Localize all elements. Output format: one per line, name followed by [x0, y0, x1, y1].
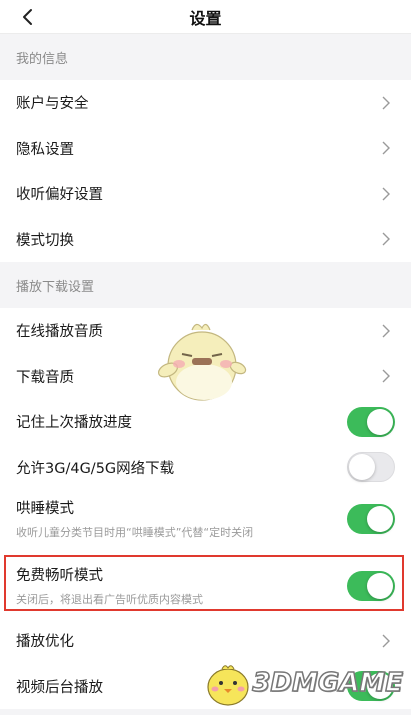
setting-row-listening-preferences[interactable]: 收听偏好设置	[0, 171, 411, 217]
chevron-right-icon	[382, 232, 390, 246]
chick-mascot-icon	[207, 665, 249, 706]
chevron-right-icon	[382, 369, 390, 383]
chevron-right-icon	[382, 187, 390, 201]
watermark: 3DMGAME	[200, 659, 404, 707]
chevron-right-icon	[382, 141, 390, 155]
setting-label: 哄睡模式	[16, 501, 74, 517]
setting-description: 关闭后，将退出看广告听优质内容模式	[16, 593, 203, 606]
setting-row-mobile-download: 允许3G/4G/5G网络下载	[0, 444, 411, 490]
setting-label: 播放优化	[16, 634, 74, 651]
setting-row-playback-optimization[interactable]: 播放优化	[0, 618, 411, 664]
setting-label: 隐私设置	[16, 141, 74, 158]
chick-mascot-icon	[157, 323, 247, 401]
sleep-mode-toggle[interactable]	[347, 503, 395, 534]
page-title: 设置	[189, 9, 222, 28]
section-header-playback-download: 播放下载设置	[0, 262, 411, 308]
chevron-right-icon	[382, 96, 390, 110]
toggle-knob	[367, 408, 393, 435]
setting-label: 记住上次播放进度	[16, 415, 132, 432]
toggle-knob	[367, 505, 393, 532]
toggle-knob	[349, 454, 375, 481]
settings-list-my-info: 账户与安全 隐私设置 收听偏好设置 模式切换	[0, 80, 411, 262]
setting-label: 收听偏好设置	[16, 187, 103, 204]
free-listening-toggle[interactable]	[347, 570, 395, 601]
setting-row-free-listening: 免费畅听模式 关闭后，将退出看广告听优质内容模式	[0, 557, 411, 614]
watermark-text: 3DMGAME	[252, 667, 404, 699]
setting-label: 模式切换	[16, 232, 74, 249]
setting-row-privacy[interactable]: 隐私设置	[0, 125, 411, 171]
remember-progress-toggle[interactable]	[347, 406, 395, 437]
setting-row-account-security[interactable]: 账户与安全	[0, 80, 411, 126]
setting-description: 收听儿童分类节目时用“哄睡模式”代替“定时关闭	[16, 526, 254, 539]
chevron-right-icon	[382, 324, 390, 338]
chevron-right-icon	[382, 634, 390, 648]
setting-label: 免费畅听模式	[16, 568, 103, 584]
toggle-knob	[367, 572, 393, 599]
setting-label: 下载音质	[16, 369, 74, 386]
setting-row-sleep-mode: 哄睡模式 收听儿童分类节目时用“哄睡模式”代替“定时关闭	[0, 490, 411, 547]
setting-label: 账户与安全	[16, 96, 89, 113]
setting-label: 允许3G/4G/5G网络下载	[16, 460, 175, 477]
setting-label: 视频后台播放	[16, 679, 103, 696]
mobile-download-toggle[interactable]	[347, 452, 395, 483]
setting-label: 在线播放音质	[16, 324, 103, 341]
setting-row-mode-switch[interactable]: 模式切换	[0, 216, 411, 262]
section-header-my-info: 我的信息	[0, 34, 411, 80]
nav-bar: 设置	[0, 0, 411, 34]
